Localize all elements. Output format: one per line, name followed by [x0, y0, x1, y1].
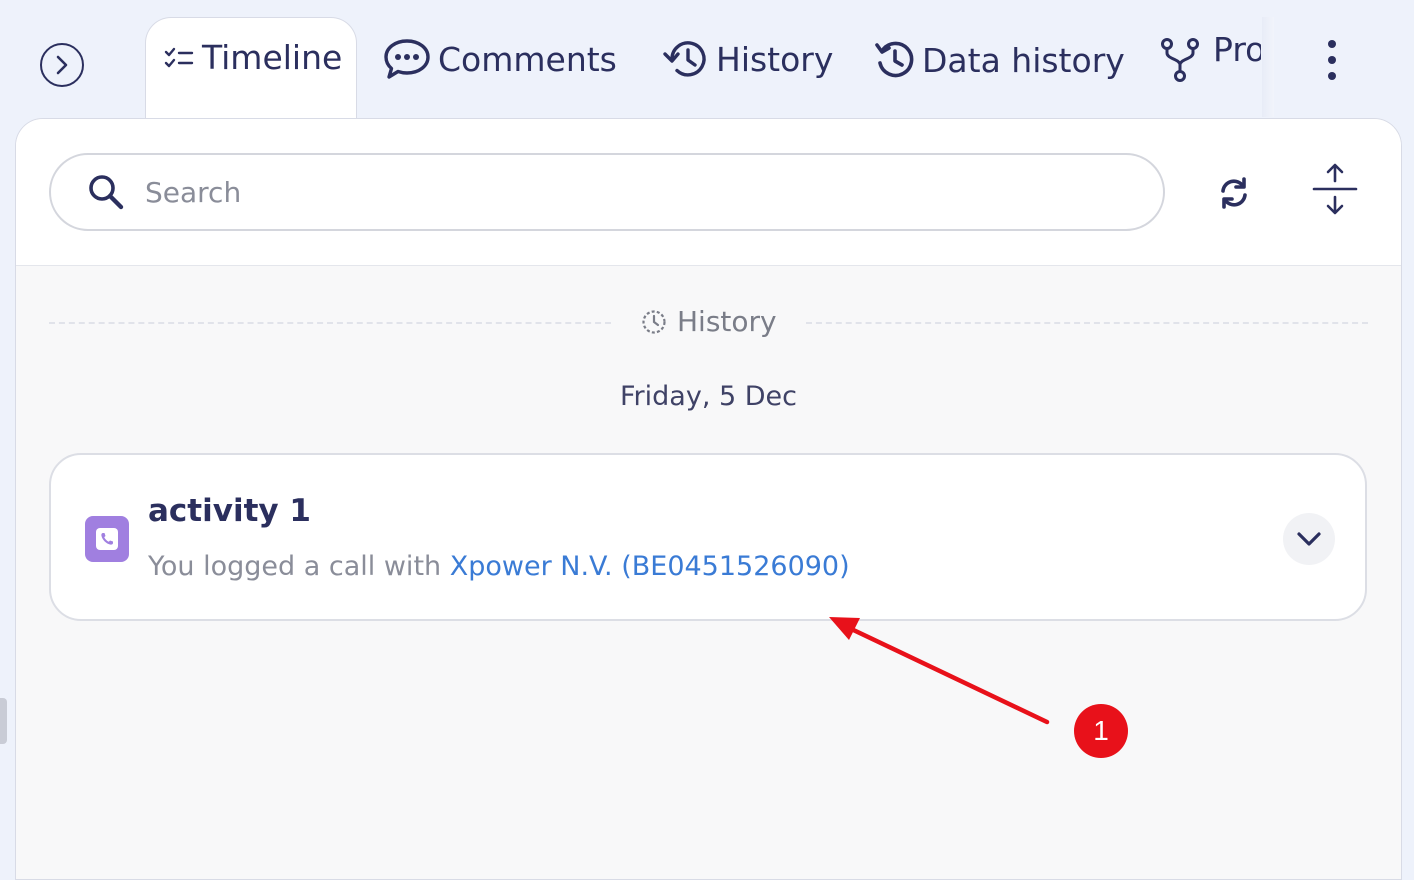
annotation-badge: 1	[1074, 704, 1128, 758]
annotation-arrow	[829, 617, 1050, 725]
